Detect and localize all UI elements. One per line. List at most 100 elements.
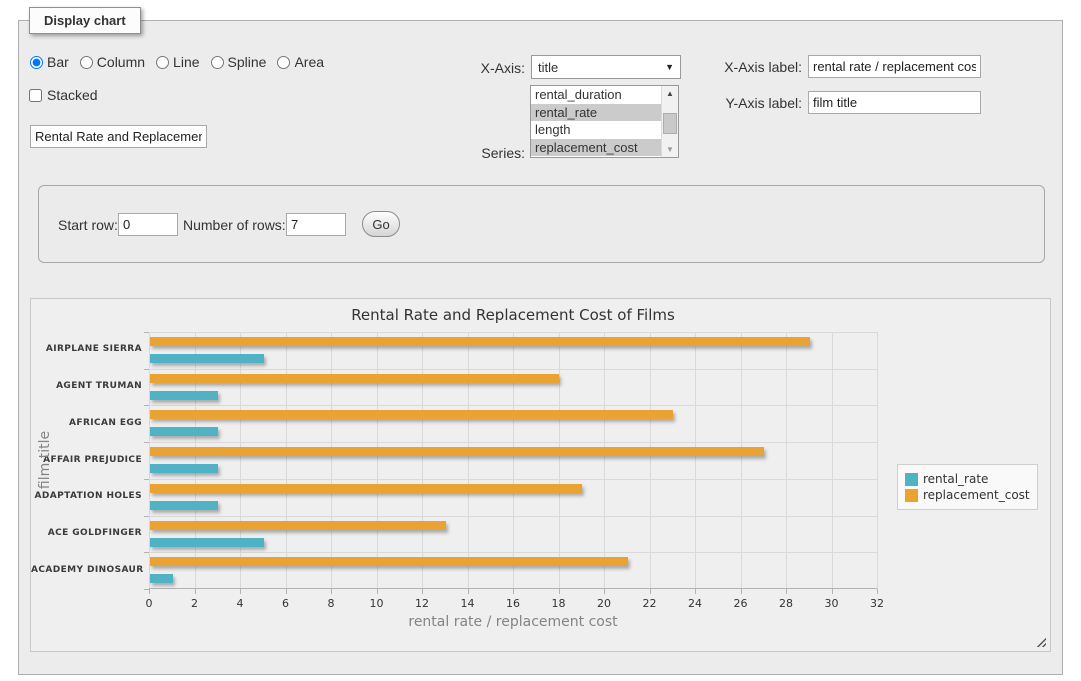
gridline: [149, 369, 877, 370]
chart-type-radio-line[interactable]: Line: [156, 54, 199, 70]
category-label: ACE GOLDFINGER: [31, 528, 142, 538]
plot-area: [149, 332, 877, 589]
series-field-label: Series:: [440, 145, 525, 161]
x-tick-label: 26: [726, 597, 756, 610]
gridline: [559, 332, 560, 589]
y-axis-tick: [144, 589, 149, 590]
scroll-up-icon[interactable]: ▲: [662, 86, 678, 101]
x-tick-label: 8: [316, 597, 346, 610]
y-axis-title: film title: [37, 431, 53, 489]
chart-type-radio-area[interactable]: Area: [277, 54, 324, 70]
bar-rental_rate-academy-dinosaur[interactable]: [150, 574, 173, 583]
x-axis-select[interactable]: title ▼: [531, 55, 681, 79]
bar-rental_rate-adaptation-holes[interactable]: [150, 501, 218, 510]
legend-item-replacement_cost[interactable]: replacement_cost: [905, 488, 1030, 502]
x-tick-label: 12: [407, 597, 437, 610]
bar-replacement_cost-airplane-sierra[interactable]: [150, 337, 810, 346]
scrollbar-thumb[interactable]: [663, 113, 677, 134]
legend-item-rental_rate[interactable]: rental_rate: [905, 472, 1030, 486]
bar-replacement_cost-ace-goldfinger[interactable]: [150, 521, 446, 530]
bar-rental_rate-airplane-sierra[interactable]: [150, 354, 264, 363]
chart-type-radio-spline[interactable]: Spline: [211, 54, 267, 70]
chart-panel: Rental Rate and Replacement Cost of Film…: [30, 298, 1051, 652]
chart-type-radio-group: Bar Column Line Spline Area: [30, 54, 335, 70]
x-axis-tick: [331, 589, 332, 594]
radio-label: Bar: [47, 54, 69, 70]
x-axis-select-value: title: [538, 60, 665, 75]
x-tick-label: 2: [180, 597, 210, 610]
bar-replacement_cost-affair-prejudice[interactable]: [150, 447, 764, 456]
bar-rental_rate-ace-goldfinger[interactable]: [150, 538, 264, 547]
scroll-down-icon[interactable]: ▼: [662, 142, 678, 157]
category-label: AFRICAN EGG: [31, 418, 142, 428]
bar-rental_rate-affair-prejudice[interactable]: [150, 464, 218, 473]
series-option-length[interactable]: length: [531, 121, 661, 139]
bar-replacement_cost-adaptation-holes[interactable]: [150, 484, 582, 493]
x-axis-tick: [877, 589, 878, 594]
bar-replacement_cost-academy-dinosaur[interactable]: [150, 557, 628, 566]
stacked-checkbox-row[interactable]: Stacked: [29, 87, 98, 103]
x-axis-label-input[interactable]: [808, 55, 981, 78]
bar-replacement_cost-african-egg[interactable]: [150, 410, 673, 419]
series-option-rental_duration[interactable]: rental_duration: [531, 86, 661, 104]
chart-title-input[interactable]: [30, 125, 207, 148]
gridline: [149, 479, 877, 480]
start-row-input[interactable]: [118, 213, 178, 236]
gridline: [149, 442, 877, 443]
legend-label: rental_rate: [923, 472, 988, 486]
y-axis-tick: [144, 516, 149, 517]
x-tick-label: 0: [134, 597, 164, 610]
radio-area[interactable]: [277, 56, 290, 69]
gridline: [149, 552, 877, 553]
y-axis-tick: [144, 442, 149, 443]
chart-type-radio-bar[interactable]: Bar: [30, 54, 69, 70]
gridline: [286, 332, 287, 589]
category-label: AIRPLANE SIERRA: [31, 344, 142, 354]
x-axis-tick: [513, 589, 514, 594]
stacked-checkbox[interactable]: [29, 89, 42, 102]
bar-replacement_cost-agent-truman[interactable]: [150, 374, 559, 383]
radio-spline[interactable]: [211, 56, 224, 69]
x-tick-label: 10: [362, 597, 392, 610]
num-rows-input[interactable]: [286, 213, 346, 236]
x-axis-tick: [695, 589, 696, 594]
gridline: [422, 332, 423, 589]
x-tick-label: 32: [862, 597, 892, 610]
gridline: [650, 332, 651, 589]
radio-line[interactable]: [156, 56, 169, 69]
series-option-rental_rate[interactable]: rental_rate: [531, 104, 661, 122]
x-tick-label: 20: [589, 597, 619, 610]
radio-label: Spline: [228, 54, 267, 70]
gridline: [377, 332, 378, 589]
gridline: [331, 332, 332, 589]
legend-label: replacement_cost: [923, 488, 1030, 502]
gridline: [468, 332, 469, 589]
bar-rental_rate-agent-truman[interactable]: [150, 391, 218, 400]
x-axis-tick: [377, 589, 378, 594]
gridline: [149, 332, 150, 589]
gridline: [832, 332, 833, 589]
y-axis-label-input[interactable]: [808, 91, 981, 114]
gridline: [877, 332, 878, 589]
y-axis-label-field-label: Y-Axis label:: [705, 95, 802, 111]
radio-label: Area: [294, 54, 324, 70]
chevron-down-icon: ▼: [665, 62, 674, 72]
x-tick-label: 6: [271, 597, 301, 610]
x-axis-tick: [149, 589, 150, 594]
resize-handle-icon[interactable]: [1035, 636, 1046, 647]
fieldset-legend: Display chart: [29, 7, 141, 34]
radio-bar[interactable]: [30, 56, 43, 69]
category-label: ADAPTATION HOLES: [31, 491, 142, 501]
listbox-scrollbar[interactable]: ▲ ▼: [661, 86, 678, 157]
go-button[interactable]: Go: [362, 211, 400, 237]
x-axis-tick: [786, 589, 787, 594]
app-window: Display chart Bar Column Line Spline Area St…: [0, 0, 1081, 681]
chart-type-radio-column[interactable]: Column: [80, 54, 145, 70]
stacked-label: Stacked: [47, 87, 98, 103]
series-option-replacement_cost[interactable]: replacement_cost: [531, 139, 661, 157]
series-listbox[interactable]: rental_durationrental_ratelengthreplacem…: [530, 85, 679, 158]
legend-marker-icon: [905, 473, 918, 486]
bar-rental_rate-african-egg[interactable]: [150, 427, 218, 436]
gridline: [695, 332, 696, 589]
radio-column[interactable]: [80, 56, 93, 69]
